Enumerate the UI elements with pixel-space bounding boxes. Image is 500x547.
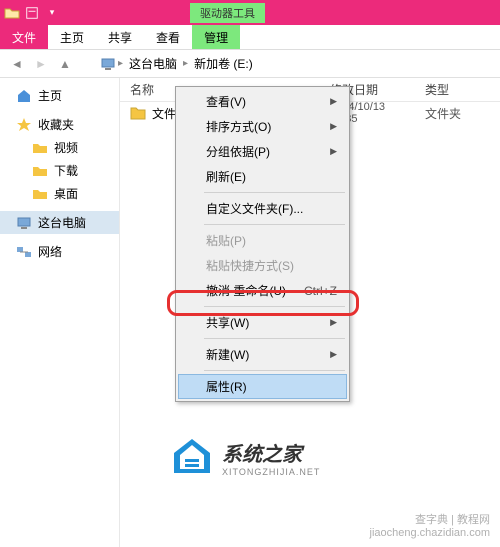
properties-qat-icon[interactable] bbox=[24, 5, 40, 21]
menu-refresh[interactable]: 刷新(E) bbox=[178, 164, 347, 189]
menu-undo-rename[interactable]: 撤消 重命名(U)Ctrl+Z bbox=[178, 278, 347, 303]
sidebar-label: 收藏夹 bbox=[38, 116, 74, 133]
sidebar-item-home[interactable]: 主页 bbox=[0, 84, 119, 107]
shortcut-text: Ctrl+Z bbox=[304, 284, 337, 298]
menu-view[interactable]: 查看(V)▶ bbox=[178, 89, 347, 114]
tab-file[interactable]: 文件 bbox=[0, 25, 48, 49]
menu-separator bbox=[204, 370, 345, 371]
submenu-arrow-icon: ▶ bbox=[330, 349, 337, 360]
menu-sort[interactable]: 排序方式(O)▶ bbox=[178, 114, 347, 139]
sidebar-item-downloads[interactable]: 下载 bbox=[0, 159, 119, 182]
sidebar-label: 视频 bbox=[54, 139, 78, 156]
sidebar-label: 下载 bbox=[54, 162, 78, 179]
sidebar-label: 这台电脑 bbox=[38, 214, 86, 231]
menu-group[interactable]: 分组依据(P)▶ bbox=[178, 139, 347, 164]
menu-new[interactable]: 新建(W)▶ bbox=[178, 342, 347, 367]
ribbon-tabs: 文件 主页 共享 查看 管理 bbox=[0, 25, 500, 50]
file-type: 文件夹 bbox=[415, 105, 471, 122]
crumb-volume[interactable]: 新加卷 (E:) bbox=[190, 53, 257, 74]
contextual-tool-tab: 驱动器工具 bbox=[190, 3, 265, 23]
tab-manage[interactable]: 管理 bbox=[192, 25, 240, 49]
back-button[interactable]: ◄ bbox=[8, 55, 26, 73]
submenu-arrow-icon: ▶ bbox=[330, 317, 337, 328]
chevron-right-icon[interactable]: ▸ bbox=[183, 58, 188, 69]
chevron-right-icon[interactable]: ▸ bbox=[118, 58, 123, 69]
menu-paste-shortcut: 粘贴快捷方式(S) bbox=[178, 253, 347, 278]
submenu-arrow-icon: ▶ bbox=[330, 96, 337, 107]
folder-icon bbox=[4, 5, 20, 21]
sidebar-label: 网络 bbox=[38, 243, 62, 260]
menu-separator bbox=[204, 306, 345, 307]
breadcrumb: ▸ 这台电脑 ▸ 新加卷 (E:) bbox=[100, 53, 257, 74]
folder-icon bbox=[130, 106, 146, 120]
tab-share[interactable]: 共享 bbox=[96, 25, 144, 49]
menu-separator bbox=[204, 338, 345, 339]
up-button[interactable]: ▲ bbox=[56, 55, 74, 73]
crumb-this-pc[interactable]: 这台电脑 bbox=[125, 53, 181, 74]
pc-icon bbox=[100, 56, 116, 72]
sidebar-label: 主页 bbox=[38, 87, 62, 104]
pc-icon bbox=[16, 215, 32, 231]
logo: 系统之家 XITONGZHIJIA.NET bbox=[170, 437, 320, 477]
address-bar: ◄ ► ▲ ▸ 这台电脑 ▸ 新加卷 (E:) bbox=[0, 50, 500, 78]
logo-icon bbox=[170, 437, 214, 477]
menu-paste: 粘贴(P) bbox=[178, 228, 347, 253]
sidebar-label: 桌面 bbox=[54, 185, 78, 202]
file-name: 文件 bbox=[152, 105, 176, 122]
menu-share[interactable]: 共享(W)▶ bbox=[178, 310, 347, 335]
sidebar-item-desktop[interactable]: 桌面 bbox=[0, 182, 119, 205]
column-type[interactable]: 类型 bbox=[415, 81, 500, 98]
sidebar-item-favorites[interactable]: 收藏夹 bbox=[0, 113, 119, 136]
context-menu: 查看(V)▶ 排序方式(O)▶ 分组依据(P)▶ 刷新(E) 自定义文件夹(F)… bbox=[175, 86, 350, 402]
folder-icon bbox=[32, 186, 48, 202]
menu-properties[interactable]: 属性(R) bbox=[178, 374, 347, 399]
tab-view[interactable]: 查看 bbox=[144, 25, 192, 49]
logo-text-en: XITONGZHIJIA.NET bbox=[222, 467, 320, 477]
menu-separator bbox=[204, 192, 345, 193]
sidebar-item-network[interactable]: 网络 bbox=[0, 240, 119, 263]
menu-separator bbox=[204, 224, 345, 225]
navigation-sidebar: 主页 收藏夹 视频 下载 桌面 这台电脑 bbox=[0, 78, 120, 547]
title-bar: ▾ 驱动器工具 bbox=[0, 0, 500, 25]
sidebar-item-this-pc[interactable]: 这台电脑 bbox=[0, 211, 119, 234]
network-icon bbox=[16, 244, 32, 260]
menu-customize[interactable]: 自定义文件夹(F)... bbox=[178, 196, 347, 221]
logo-text-cn: 系统之家 bbox=[222, 438, 320, 467]
home-icon bbox=[16, 88, 32, 104]
watermark: 查字典 | 教程网 jiaocheng.chazidian.com bbox=[370, 511, 490, 539]
folder-icon bbox=[32, 140, 48, 156]
star-icon bbox=[16, 117, 32, 133]
submenu-arrow-icon: ▶ bbox=[330, 121, 337, 132]
forward-button[interactable]: ► bbox=[32, 55, 50, 73]
tab-home[interactable]: 主页 bbox=[48, 25, 96, 49]
qat-dropdown-icon[interactable]: ▾ bbox=[44, 5, 60, 21]
sidebar-item-videos[interactable]: 视频 bbox=[0, 136, 119, 159]
submenu-arrow-icon: ▶ bbox=[330, 146, 337, 157]
folder-icon bbox=[32, 163, 48, 179]
